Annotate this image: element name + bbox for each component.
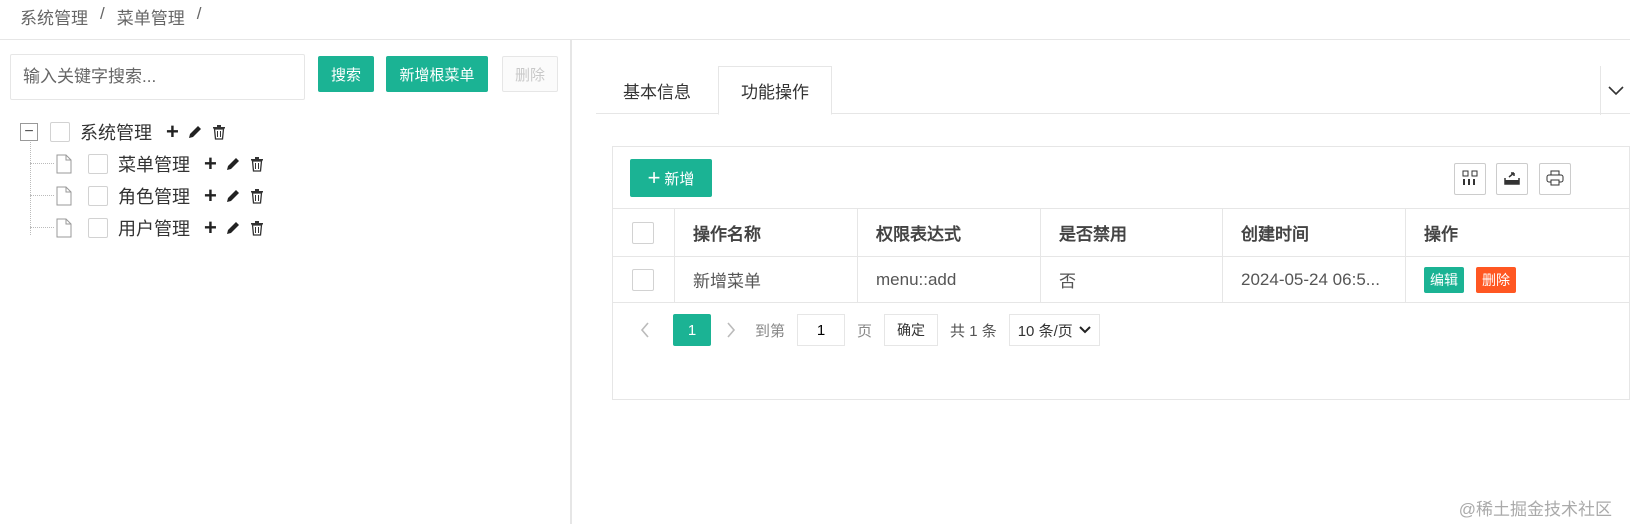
chevron-down-icon — [1079, 326, 1091, 334]
goto-page-input[interactable] — [797, 314, 846, 346]
cell-actions: 编辑 删除 — [1406, 257, 1630, 302]
printer-icon — [1546, 170, 1564, 189]
delete-button[interactable]: 删除 — [502, 56, 558, 92]
tree-connector — [30, 227, 54, 228]
edit-row-button[interactable]: 编辑 — [1424, 266, 1464, 293]
edit-icon[interactable] — [225, 220, 241, 236]
breadcrumb: 系统管理 / 菜单管理 / — [0, 0, 1630, 40]
tree-node-label[interactable]: 角色管理 — [118, 183, 190, 209]
tree-connector — [30, 195, 54, 196]
breadcrumb-item-menu[interactable]: 菜单管理 — [117, 4, 185, 29]
search-button[interactable]: 搜索 — [318, 56, 374, 92]
menu-tree-panel: 搜索 新增根菜单 删除 − 系统管理 + 菜单管理 + — [0, 40, 572, 524]
tree-node-checkbox[interactable] — [88, 154, 108, 174]
table-row: 新增菜单 menu::add 否 2024-05-24 06:5... 编辑 删… — [613, 257, 1630, 303]
breadcrumb-separator: / — [196, 4, 202, 23]
delete-icon[interactable] — [249, 156, 265, 172]
add-child-icon[interactable]: + — [204, 185, 217, 207]
tree-node-label[interactable]: 菜单管理 — [118, 151, 190, 177]
export-button[interactable] — [1496, 163, 1528, 195]
row-checkbox[interactable] — [632, 268, 654, 291]
delete-icon[interactable] — [211, 124, 227, 140]
column-header-actions: 操作 — [1424, 225, 1458, 244]
column-header-disabled[interactable]: 是否禁用 — [1041, 209, 1223, 256]
columns-filter-button[interactable] — [1454, 163, 1486, 195]
edit-icon[interactable] — [187, 124, 203, 140]
table-toolbar: + 新增 — [613, 147, 1630, 209]
total-count: 共 1 条 — [950, 322, 997, 340]
tree-node: 角色管理 + — [56, 182, 273, 210]
detail-panel: 基本信息 功能操作 + 新增 操作名称 权限表达式 是否禁用 创建时间 操作 新… — [574, 40, 1630, 524]
prev-page-button[interactable] — [631, 315, 659, 345]
add-operation-button[interactable]: + 新增 — [630, 159, 712, 197]
select-all-checkbox[interactable] — [632, 221, 654, 244]
add-child-icon[interactable]: + — [204, 217, 217, 239]
row-checkbox-cell — [613, 257, 675, 302]
cell-operation-name: 新增菜单 — [675, 257, 858, 302]
file-icon — [56, 218, 72, 238]
tab-bar: 基本信息 功能操作 — [596, 66, 1630, 115]
tree-node-checkbox[interactable] — [50, 122, 70, 142]
tree-node: 用户管理 + — [56, 214, 273, 242]
goto-label: 到第 — [755, 322, 786, 340]
search-input[interactable] — [10, 54, 305, 100]
header-checkbox-cell — [613, 209, 675, 256]
tree-connector — [30, 138, 31, 235]
column-header-permission[interactable]: 权限表达式 — [858, 209, 1041, 256]
chevron-down-icon — [1607, 83, 1624, 99]
cell-permission: menu::add — [858, 257, 1041, 302]
watermark: @稀土掘金技术社区 — [1458, 500, 1612, 519]
file-icon — [56, 154, 72, 174]
add-operation-label: 新增 — [664, 170, 695, 188]
cell-disabled: 否 — [1041, 257, 1223, 302]
breadcrumb-item-system[interactable]: 系统管理 — [20, 4, 88, 29]
operations-table: + 新增 操作名称 权限表达式 是否禁用 创建时间 操作 新增菜单 menu::… — [612, 146, 1630, 400]
collapse-icon[interactable]: − — [20, 123, 38, 141]
tree-node-label[interactable]: 用户管理 — [118, 215, 190, 241]
export-icon — [1503, 170, 1521, 189]
chevron-right-icon — [727, 322, 736, 338]
edit-icon[interactable] — [225, 156, 241, 172]
plus-icon: + — [647, 165, 661, 190]
goto-confirm-button[interactable]: 确定 — [884, 314, 939, 346]
page-size-select[interactable]: 10 条/页 — [1008, 314, 1100, 346]
edit-icon[interactable] — [225, 188, 241, 204]
pagination: 1 到第 页 确定 共 1 条 10 条/页 — [613, 305, 1630, 355]
add-root-menu-button[interactable]: 新增根菜单 — [386, 56, 488, 92]
add-child-icon[interactable]: + — [166, 121, 179, 143]
tab-basic-info[interactable]: 基本信息 — [596, 66, 718, 115]
current-page[interactable]: 1 — [673, 314, 711, 346]
column-header-name[interactable]: 操作名称 — [675, 209, 858, 256]
tab-more-button[interactable] — [1600, 66, 1630, 115]
delete-icon[interactable] — [249, 220, 265, 236]
tree-connector — [30, 163, 54, 164]
table-header-row: 操作名称 权限表达式 是否禁用 创建时间 操作 — [613, 209, 1630, 257]
cell-created-time: 2024-05-24 06:5... — [1223, 257, 1406, 302]
delete-icon[interactable] — [249, 188, 265, 204]
print-button[interactable] — [1539, 163, 1571, 195]
next-page-button[interactable] — [717, 315, 745, 345]
tab-function-operations[interactable]: 功能操作 — [718, 66, 832, 115]
page-size-value: 10 条/页 — [1017, 322, 1073, 340]
breadcrumb-separator: / — [100, 4, 105, 23]
columns-icon — [1462, 170, 1478, 189]
column-header-created[interactable]: 创建时间 — [1223, 209, 1406, 256]
page-unit-label: 页 — [857, 322, 873, 340]
chevron-left-icon — [640, 322, 649, 338]
file-icon — [56, 186, 72, 206]
delete-row-button[interactable]: 删除 — [1476, 266, 1516, 293]
tree-node-checkbox[interactable] — [88, 186, 108, 206]
tree-node-checkbox[interactable] — [88, 218, 108, 238]
add-child-icon[interactable]: + — [204, 153, 217, 175]
tree-node: 菜单管理 + — [56, 150, 273, 178]
tree-node-root: − 系统管理 + — [20, 118, 235, 146]
tree-node-label[interactable]: 系统管理 — [80, 119, 152, 145]
